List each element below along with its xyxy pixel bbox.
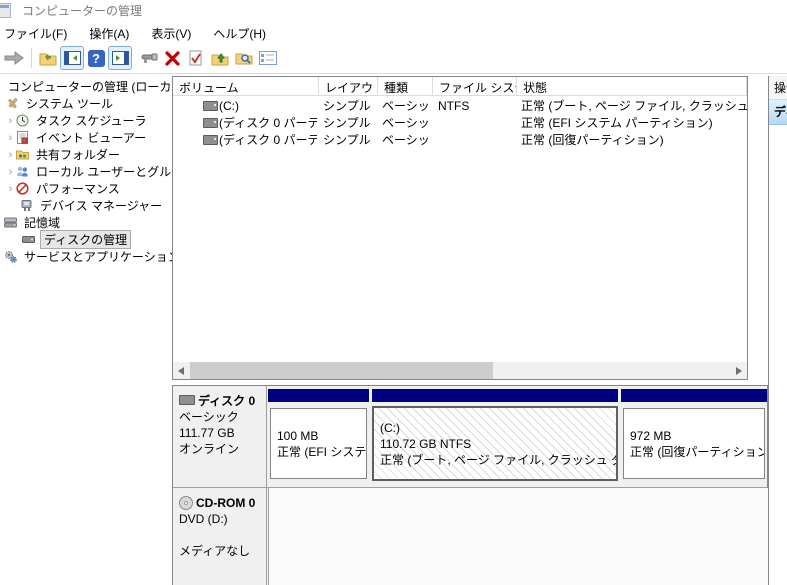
tree-item-event-viewer[interactable]: › イベント ビューアー: [0, 129, 175, 146]
partition-size: 100 MB: [277, 428, 319, 443]
menu-action[interactable]: 操作(A): [78, 22, 140, 44]
cdrom0-info-box[interactable]: CD-ROM 0 DVD (D:) メディアなし: [173, 488, 267, 585]
find-folder-icon[interactable]: [232, 46, 256, 70]
users-icon: [16, 165, 29, 178]
expander-icon[interactable]: ›: [5, 132, 16, 144]
partition-status: 正常 (EFI システム パーティション): [277, 444, 366, 459]
scroll-right-arrow-icon[interactable]: [736, 367, 742, 375]
volume-icon: [203, 134, 218, 145]
partition-recovery[interactable]: 972 MB 正常 (回復パーティション): [621, 389, 767, 483]
cdrom0-media-area[interactable]: [268, 488, 768, 585]
disk0-status: オンライン: [179, 441, 240, 456]
tree-item-computer-management-root[interactable]: コンピューターの管理 (ローカル): [0, 78, 187, 95]
disk0-info-box[interactable]: ディスク 0 ベーシック 111.77 GB オンライン: [173, 386, 267, 487]
actions-section-disk-management[interactable]: ディスクの管理: [769, 100, 787, 125]
partition-name: (C:): [380, 420, 400, 435]
app-window-icon: [0, 3, 11, 18]
column-header-filesystem[interactable]: ファイル システム: [433, 77, 517, 96]
title-bar: コンピューターの管理: [0, 0, 787, 20]
column-header-layout[interactable]: レイアウト: [319, 77, 378, 96]
tree-item-services-applications[interactable]: サービスとアプリケーション: [0, 248, 180, 265]
attach-tool-icon[interactable]: [138, 46, 162, 70]
menu-view[interactable]: 表示(V): [140, 22, 202, 44]
partition-efi[interactable]: 100 MB 正常 (EFI システム パーティション): [268, 389, 369, 483]
forward-arrow-icon[interactable]: [2, 46, 26, 70]
partition-status: 正常 (回復パーティション): [630, 444, 765, 459]
partition-size: 972 MB: [630, 428, 672, 443]
properties-icon[interactable]: [184, 46, 208, 70]
column-header-type[interactable]: 種類: [378, 77, 433, 96]
tree-item-disk-management[interactable]: ディスクの管理: [0, 230, 192, 249]
partition-c[interactable]: (C:) 110.72 GB NTFS 正常 (ブート, ページ ファイル, ク…: [372, 389, 618, 483]
window-title: コンピューターの管理: [22, 4, 143, 18]
column-header-status[interactable]: 状態: [517, 77, 747, 96]
column-header-volume[interactable]: ボリューム: [173, 77, 319, 96]
disk-management-icon: [22, 233, 35, 246]
volume-icon: [203, 117, 218, 128]
services-icon: [4, 250, 17, 263]
tree-item-local-users-groups[interactable]: › ローカル ユーザーとグループ: [0, 163, 195, 180]
partition-size: 110.72 GB NTFS: [380, 436, 472, 451]
expander-icon[interactable]: ›: [5, 183, 16, 195]
tree-item-shared-folders[interactable]: › 共有フォルダー: [0, 146, 175, 163]
partition-status: 正常 (ブート, ページ ファイル, クラッシュ ダンプ, ベーシック データ …: [380, 452, 616, 467]
tree-item-device-manager[interactable]: デバイス マネージャー: [0, 197, 190, 214]
system-tools-icon: [6, 97, 19, 110]
performance-icon: [16, 182, 29, 195]
task-scheduler-icon: [16, 114, 29, 127]
console-tree: コンピューターの管理 (ローカル) システム ツール › タスク スケジューラ …: [0, 74, 194, 585]
disk0-size: 111.77 GB: [179, 425, 235, 440]
volume-row-c[interactable]: (C:) シンプル ベーシック NTFS 正常 (ブート, ページ ファイル, …: [173, 97, 747, 114]
expander-icon[interactable]: ›: [5, 115, 16, 127]
delete-icon[interactable]: [160, 46, 184, 70]
menu-bar: ファイル(F) 操作(A) 表示(V) ヘルプ(H): [0, 22, 277, 44]
expander-icon[interactable]: ›: [5, 166, 16, 178]
tree-item-storage[interactable]: 記憶域: [0, 214, 174, 231]
volume-list-pane: ボリューム レイアウト 種類 ファイル システム 状態 (C:) シンプル ベー…: [172, 76, 748, 380]
partition-color-bar: [372, 389, 618, 402]
device-manager-icon: [20, 199, 33, 212]
selected-tree-label: ディスクの管理: [40, 230, 132, 249]
tree-item-performance[interactable]: › パフォーマンス: [0, 180, 175, 197]
storage-icon: [4, 216, 17, 229]
volume-row-partition1[interactable]: (ディスク 0 パーティション 1) シンプル ベーシック 正常 (EFI シス…: [173, 114, 747, 131]
scrollbar-thumb[interactable]: [190, 362, 493, 379]
scroll-left-arrow-icon[interactable]: [178, 367, 184, 375]
graphical-view-pane: ディスク 0 ベーシック 111.77 GB オンライン 100 MB 正常 (…: [172, 385, 768, 585]
show-console-tree-toggle[interactable]: [60, 46, 84, 70]
event-viewer-icon: [16, 131, 29, 144]
toolbar-separator: [31, 48, 32, 68]
view-options-icon[interactable]: [256, 46, 280, 70]
volume-row-partition4[interactable]: (ディスク 0 パーティション 4) シンプル ベーシック 正常 (回復パーティ…: [173, 131, 747, 148]
export-list-icon[interactable]: [36, 46, 60, 70]
partition-color-bar: [268, 389, 369, 402]
tree-item-task-scheduler[interactable]: › タスク スケジューラ: [0, 112, 175, 129]
menu-file[interactable]: ファイル(F): [0, 22, 78, 44]
cdrom0-drive-letter: DVD (D:): [179, 511, 228, 526]
disk-icon: [179, 394, 195, 405]
horizontal-scrollbar[interactable]: [173, 362, 747, 379]
menu-help[interactable]: ヘルプ(H): [202, 22, 277, 44]
actions-pane: 操作 ディスクの管理: [768, 76, 787, 585]
disk0-kind: ベーシック: [179, 409, 239, 424]
volume-icon: [203, 100, 218, 111]
toolbar: ?: [0, 44, 787, 74]
open-folder-icon[interactable]: [208, 46, 232, 70]
show-action-pane-toggle[interactable]: [108, 46, 132, 70]
partition-color-bar: [621, 389, 767, 402]
shared-folders-icon: [16, 148, 29, 161]
expander-icon[interactable]: ›: [5, 149, 16, 161]
cd-rom-icon: [179, 495, 193, 510]
cdrom0-media-status: メディアなし: [179, 543, 251, 558]
actions-pane-title: 操作: [769, 76, 787, 100]
help-icon[interactable]: ?: [84, 46, 108, 70]
tree-item-system-tools[interactable]: システム ツール: [0, 95, 176, 112]
